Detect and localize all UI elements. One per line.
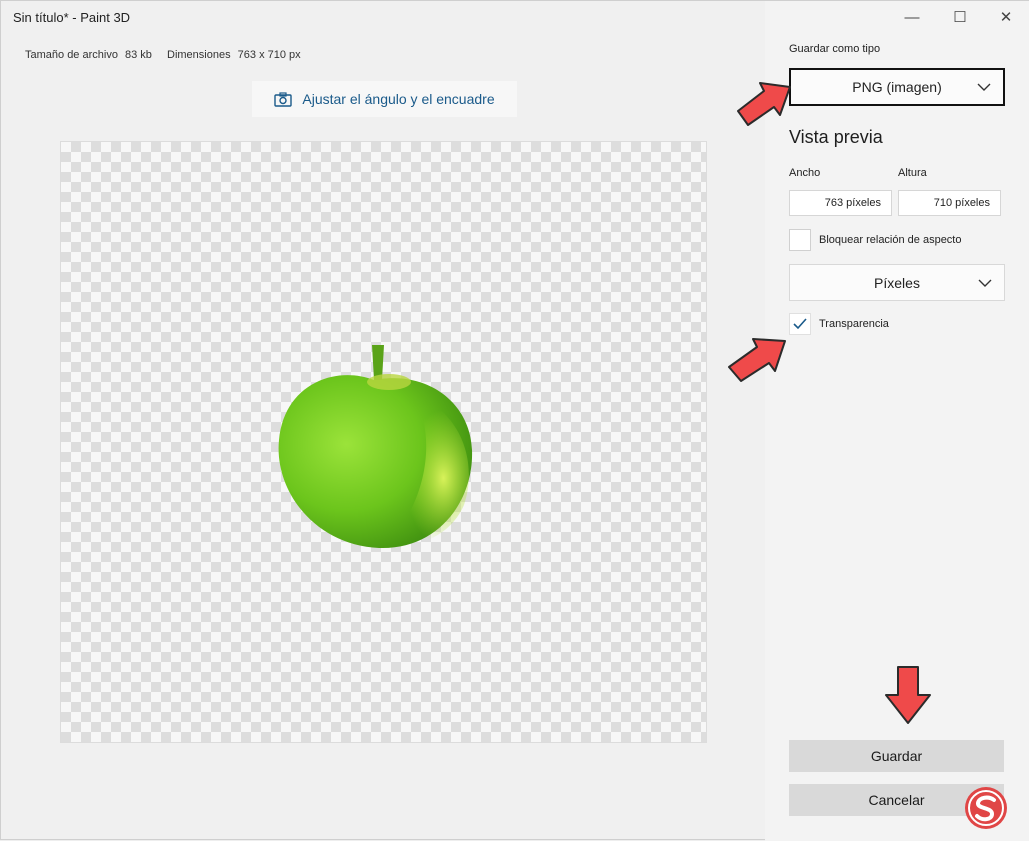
adjust-angle-crop-label: Ajustar el ángulo y el encuadre bbox=[302, 91, 495, 107]
dimensions-value: 763 x 710 px bbox=[237, 49, 301, 61]
save-button[interactable]: Guardar bbox=[789, 740, 1004, 772]
file-size-value: 83 kb bbox=[125, 49, 152, 61]
save-type-value: PNG (imagen) bbox=[852, 79, 942, 95]
width-label: Ancho bbox=[789, 167, 821, 179]
window-title: Sin título* - Paint 3D bbox=[13, 10, 131, 25]
minimize-button[interactable]: — bbox=[897, 6, 927, 28]
width-input[interactable]: 763 píxeles bbox=[789, 190, 892, 216]
lock-aspect-label: Bloquear relación de aspecto bbox=[819, 234, 962, 246]
image-preview-canvas bbox=[60, 141, 707, 743]
annotation-arrow-icon bbox=[737, 82, 791, 126]
watermark-logo bbox=[965, 787, 1007, 829]
annotation-arrow-icon bbox=[728, 338, 786, 382]
adjust-angle-crop-button[interactable]: Ajustar el ángulo y el encuadre bbox=[252, 81, 517, 117]
paint3d-save-dialog: Sin título* - Paint 3D — ☐ ✕ Tamaño de a… bbox=[0, 0, 1029, 841]
units-dropdown[interactable]: Píxeles bbox=[789, 264, 1005, 301]
height-input[interactable]: 710 píxeles bbox=[898, 190, 1001, 216]
transparency-label: Transparencia bbox=[819, 318, 889, 330]
chevron-down-icon bbox=[977, 83, 991, 91]
file-size-label: Tamaño de archivo bbox=[25, 49, 118, 61]
chevron-down-icon bbox=[978, 279, 992, 287]
transparency-checkbox[interactable] bbox=[789, 313, 811, 335]
file-info: Tamaño de archivo 83 kb Dimensiones 763 … bbox=[25, 49, 305, 61]
maximize-button[interactable]: ☐ bbox=[945, 6, 975, 28]
dimensions-label: Dimensiones bbox=[167, 49, 231, 61]
camera-icon bbox=[274, 91, 293, 107]
lock-aspect-checkbox[interactable] bbox=[789, 229, 811, 251]
close-button[interactable]: ✕ bbox=[991, 6, 1021, 28]
height-label: Altura bbox=[898, 167, 927, 179]
units-value: Píxeles bbox=[874, 274, 920, 291]
preview-heading: Vista previa bbox=[789, 127, 883, 147]
save-type-label: Guardar como tipo bbox=[789, 43, 881, 55]
save-type-dropdown[interactable]: PNG (imagen) bbox=[789, 68, 1005, 106]
annotation-arrow-icon bbox=[885, 666, 931, 724]
apple-image bbox=[278, 345, 473, 549]
checkmark-icon bbox=[793, 318, 807, 330]
